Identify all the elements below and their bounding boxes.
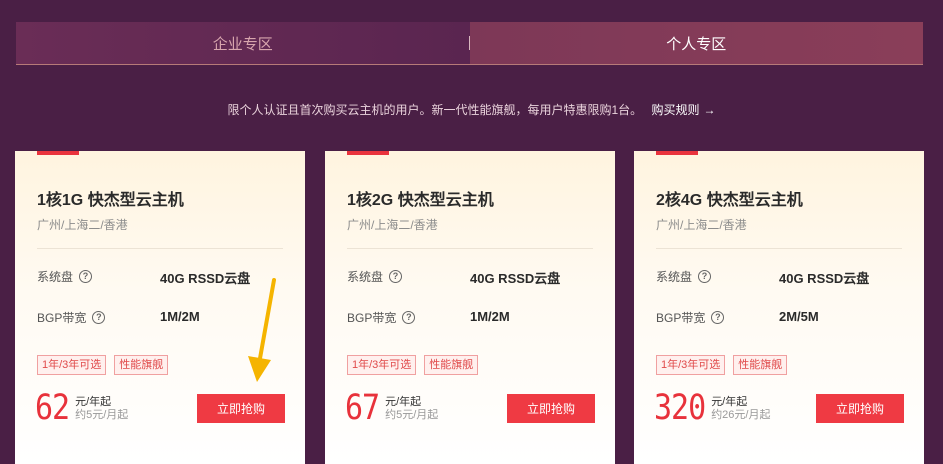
purchase-rules-label: 购买规则 [651, 103, 700, 117]
help-icon[interactable]: ? [698, 270, 712, 283]
card-price: 62 元/年起 约5元/月起 [35, 388, 128, 428]
card-title: 1核1G 快杰型云主机 [37, 192, 184, 209]
annotation-arrow-icon [248, 278, 276, 382]
spec-label-text: 系统盘 [347, 270, 384, 284]
tag-performance: 性能旗舰 [114, 355, 169, 375]
zone-tabs: 企业专区 个人专区 [16, 22, 923, 65]
price-unit-text: 元/年起 [385, 396, 422, 408]
buy-now-button[interactable]: 立即抢购 [197, 394, 285, 423]
price-number: 62 [35, 388, 70, 429]
spec-label-text: BGP带宽 [37, 311, 87, 325]
help-icon[interactable]: ? [389, 270, 403, 283]
card-region: 广州/上海二/香港 [347, 218, 438, 232]
spec-label-bandwidth: BGP带宽? [656, 309, 725, 326]
tab-personal-zone[interactable]: 个人专区 [469, 22, 923, 64]
arrow-right-icon: → [703, 103, 716, 117]
spec-label-text: 系统盘 [37, 270, 74, 284]
price-unit: 元/年起 约5元/月起 [75, 396, 128, 422]
tag-term-option: 1年/3年可选 [656, 355, 726, 375]
notice-text: 限个人认证且首次购买云主机的用户。新一代性能旗舰，每用户特惠限购1台。 [227, 103, 643, 117]
spec-label-system-disk: 系统盘? [37, 268, 93, 285]
tag-performance: 性能旗舰 [733, 355, 788, 375]
spec-label-system-disk: 系统盘? [656, 268, 712, 285]
help-icon[interactable]: ? [402, 311, 416, 324]
spec-label-text: 系统盘 [656, 270, 693, 284]
card-price: 67 元/年起 约5元/月起 [345, 388, 438, 428]
spec-value-bandwidth: 1M/2M [160, 309, 200, 324]
help-icon[interactable]: ? [79, 270, 93, 283]
price-unit: 元/年起 约26元/月起 [711, 396, 770, 422]
card-accent-bar [37, 151, 79, 155]
tag-term-option: 1年/3年可选 [347, 355, 417, 375]
spec-value-system-disk: 40G RSSD云盘 [470, 271, 561, 286]
card-accent-bar [347, 151, 389, 155]
card-region: 广州/上海二/香港 [656, 218, 747, 232]
spec-value-bandwidth: 1M/2M [470, 309, 510, 324]
card-tags: 1年/3年可选 性能旗舰 [656, 355, 788, 375]
purchase-rules-link[interactable]: 购买规则 → [652, 103, 716, 117]
price-monthly: 约26元/月起 [711, 409, 771, 421]
price-monthly: 约5元/月起 [75, 409, 129, 421]
product-card-1c2g: 1核2G 快杰型云主机 广州/上海二/香港 系统盘? 40G RSSD云盘 BG… [325, 151, 615, 464]
card-divider [347, 248, 593, 249]
card-title: 2核4G 快杰型云主机 [656, 192, 803, 209]
card-tags: 1年/3年可选 性能旗舰 [37, 355, 169, 375]
spec-label-text: BGP带宽 [347, 311, 397, 325]
buy-now-button[interactable]: 立即抢购 [507, 394, 595, 423]
spec-label-text: BGP带宽 [656, 311, 706, 325]
price-number: 67 [345, 388, 380, 429]
spec-value-system-disk: 40G RSSD云盘 [779, 271, 870, 286]
card-divider [656, 248, 902, 249]
card-title: 1核2G 快杰型云主机 [347, 192, 494, 209]
card-accent-bar [656, 151, 698, 155]
price-unit: 元/年起 约5元/月起 [385, 396, 438, 422]
tag-term-option: 1年/3年可选 [37, 355, 107, 375]
card-divider [37, 248, 283, 249]
price-unit-text: 元/年起 [711, 396, 748, 408]
spec-value-system-disk: 40G RSSD云盘 [160, 271, 251, 286]
card-tags: 1年/3年可选 性能旗舰 [347, 355, 479, 375]
product-card-2c4g: 2核4G 快杰型云主机 广州/上海二/香港 系统盘? 40G RSSD云盘 BG… [634, 151, 924, 464]
tab-enterprise-zone[interactable]: 企业专区 [16, 22, 470, 64]
spec-label-system-disk: 系统盘? [347, 268, 403, 285]
buy-now-button[interactable]: 立即抢购 [816, 394, 904, 423]
price-unit-text: 元/年起 [75, 396, 112, 408]
eligibility-notice: 限个人认证且首次购买云主机的用户。新一代性能旗舰，每用户特惠限购1台。 购买规则… [0, 101, 943, 118]
price-monthly: 约5元/月起 [385, 409, 439, 421]
spec-label-bandwidth: BGP带宽? [347, 309, 416, 326]
spec-value-bandwidth: 2M/5M [779, 309, 819, 324]
tag-performance: 性能旗舰 [424, 355, 479, 375]
card-price: 320 元/年起 约26元/月起 [654, 388, 770, 428]
price-number: 320 [654, 388, 706, 429]
card-region: 广州/上海二/香港 [37, 218, 128, 232]
help-icon[interactable]: ? [711, 311, 725, 324]
help-icon[interactable]: ? [92, 311, 106, 324]
spec-label-bandwidth: BGP带宽? [37, 309, 106, 326]
